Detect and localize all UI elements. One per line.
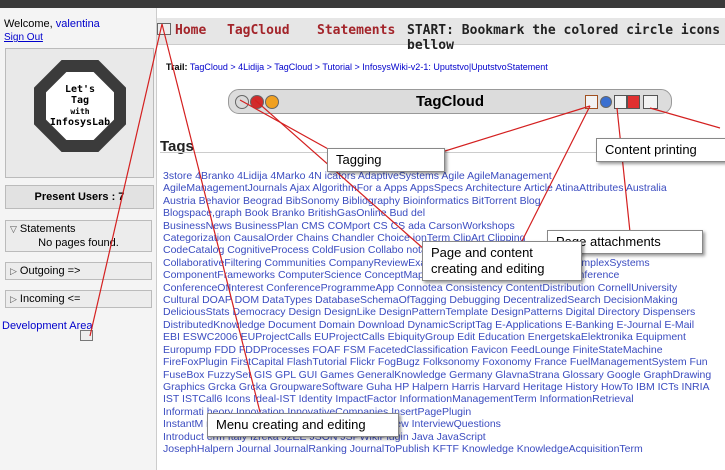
tag-line[interactable]: Austria Behavior Beograd BibSonomy Bibli… <box>163 195 723 207</box>
tag-line[interactable]: DeliciousStats Democracy Design DesignLi… <box>163 306 723 318</box>
logo-line: with <box>70 107 90 116</box>
info-icon[interactable] <box>600 96 612 108</box>
tag-line[interactable]: Graphics Grcka Grcka GroupwareSoftware G… <box>163 381 723 393</box>
sign-out-link[interactable]: Sign Out <box>4 32 43 43</box>
attachment-icon[interactable] <box>614 95 627 109</box>
development-area-link[interactable]: Development Area <box>2 320 93 332</box>
menu-statements[interactable]: Statements <box>317 23 395 38</box>
outgoing-panel[interactable]: ▷ Outgoing => <box>5 262 152 280</box>
menu-home[interactable]: Home <box>175 23 206 38</box>
menu-bar: Home TagCloud Statements START: Bookmark… <box>157 18 725 53</box>
tag-line[interactable]: Europump FDD FDDProcesses FOAF FSM Facet… <box>163 344 723 356</box>
logo-text: Let's Tag with InfosysLab <box>46 72 114 140</box>
pdf-icon[interactable] <box>627 95 640 109</box>
tag-line[interactable]: FuseBox FuzzySet GIS GPL GUI Games Gener… <box>163 369 723 381</box>
statements-header[interactable]: ▽ Statements <box>6 221 151 237</box>
present-users: Present Users : 7 <box>5 185 154 209</box>
incoming-label: Incoming <= <box>19 293 81 305</box>
triangle-right-icon: ▷ <box>10 266 17 276</box>
tag-line[interactable]: FireFoxPlugin FirstCapital FlashTutorial… <box>163 356 723 368</box>
incoming-panel[interactable]: ▷ Incoming <= <box>5 290 152 308</box>
trail-label: Trail: <box>166 62 188 72</box>
tag-line[interactable]: DistributedKnowledge Document Domain Dow… <box>163 319 723 331</box>
edit-icon[interactable] <box>80 330 93 341</box>
callout-content-printing: Content printing <box>596 138 725 162</box>
tag-line[interactable]: Blogspace,graph Book Branko BritishGasOn… <box>163 207 723 219</box>
welcome-text: Welcome, valentina <box>4 18 100 30</box>
callout-page-content-editing: Page and content creating and editing <box>422 241 582 281</box>
triangle-down-icon: ▽ <box>10 224 17 234</box>
top-strip <box>0 0 725 8</box>
tag-line[interactable]: EBI ESWC2006 EUProjectCalls EUProjectCal… <box>163 331 723 343</box>
tag-line[interactable]: Cultural DOAP DOM DataTypes DatabaseSche… <box>163 294 723 306</box>
tag-line[interactable]: IST ISTCall6 Icons Ideal-IST Identity Im… <box>163 393 723 405</box>
tagcloud-header-bar: TagCloud <box>228 89 672 114</box>
tag-edit-icon[interactable] <box>585 95 598 109</box>
welcome-prefix: Welcome, <box>4 18 56 30</box>
menu-tagcloud[interactable]: TagCloud <box>227 23 290 38</box>
logo-panel: Let's Tag with InfosysLab <box>5 48 154 178</box>
logo: Let's Tag with InfosysLab <box>34 60 126 152</box>
menu-start: START: Bookmark the colored circle icons… <box>407 23 721 53</box>
outgoing-label: Outgoing => <box>19 265 81 277</box>
trail-path[interactable]: TagCloud > 4Lidija > TagCloud > Tutorial… <box>190 62 548 72</box>
username-link[interactable]: valentina <box>56 18 100 30</box>
logo-line: Let's <box>64 84 96 95</box>
statements-label: Statements <box>19 223 76 235</box>
logo-line: Tag <box>70 95 90 106</box>
tag-line[interactable]: JosephHalpern Journal JournalRanking Jou… <box>163 443 723 455</box>
breadcrumb: Trail: TagCloud > 4Lidija > TagCloud > T… <box>166 62 548 72</box>
callout-tagging: Tagging <box>327 148 445 172</box>
edit-menu-icon[interactable] <box>157 23 171 35</box>
print-icon[interactable] <box>643 95 658 109</box>
statements-empty: No pages found. <box>38 237 119 249</box>
tag-line[interactable]: AgileManagementJournals Ajax AlgorithmFo… <box>163 182 723 194</box>
logo-line: InfosysLab <box>49 117 111 128</box>
statements-panel: ▽ Statements No pages found. <box>5 220 152 252</box>
tag-line[interactable]: ConferenceOfInterest ConferenceProgramme… <box>163 282 723 294</box>
callout-menu-editing: Menu creating and editing <box>207 413 399 437</box>
triangle-right-icon: ▷ <box>10 294 17 304</box>
